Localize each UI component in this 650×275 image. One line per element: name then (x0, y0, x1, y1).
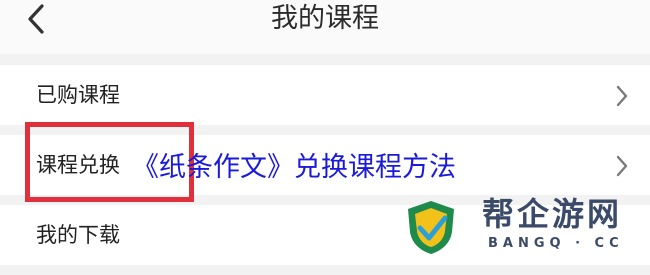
page-title: 我的课程 (271, 3, 379, 34)
watermark-subtext: BANGQ · CC (488, 236, 624, 251)
menu-item-purchased-courses[interactable]: 已购课程 (0, 65, 650, 125)
menu-item-label: 我的下载 (36, 223, 120, 247)
chevron-right-icon (616, 155, 628, 177)
shield-logo-icon (408, 201, 454, 254)
watermark-text: 帮企游网 (482, 195, 623, 233)
watermark-logo: 帮企游网 BANGQ · CC (398, 195, 643, 258)
navigation-bar: 我的课程 (0, 0, 650, 54)
chevron-right-icon (616, 85, 628, 107)
overlay-caption: 《纸条作文》兑换课程方法 (132, 152, 456, 183)
menu-item-label: 已购课程 (36, 83, 120, 107)
